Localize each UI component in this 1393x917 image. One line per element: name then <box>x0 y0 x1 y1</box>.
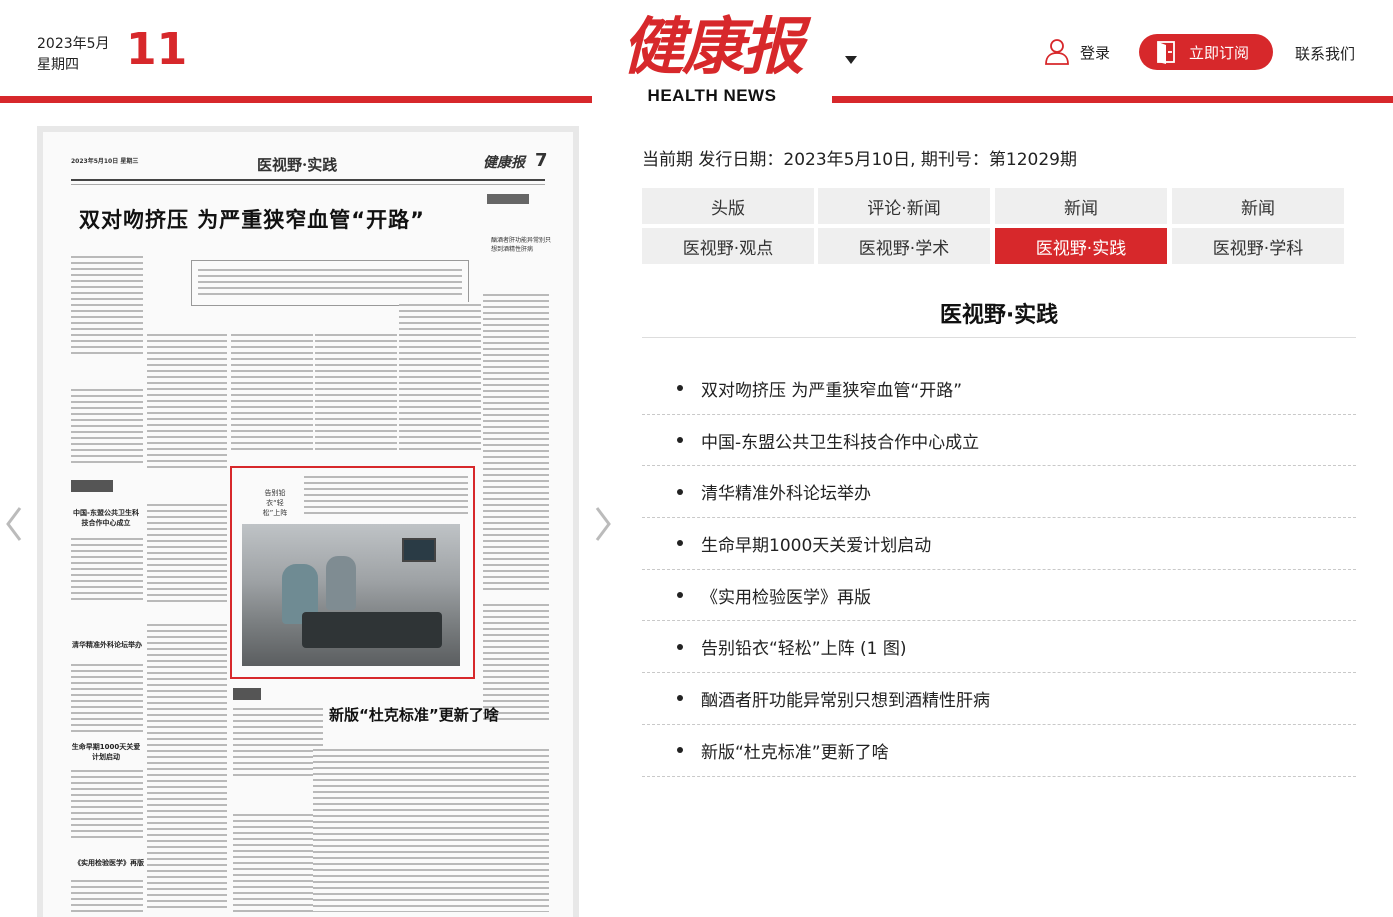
paper-text-block <box>71 387 143 467</box>
paper-left-head[interactable]: 中国-东盟公共卫生科技合作中心成立 <box>71 508 141 528</box>
tab-comment-news[interactable]: 评论·新闻 <box>818 188 990 224</box>
article-link[interactable]: 中国-东盟公共卫生科技合作中心成立 <box>701 428 979 453</box>
paper-column-tag <box>233 688 261 700</box>
paper-left-head[interactable]: 生命早期1000天关爱计划启动 <box>71 742 141 762</box>
paper-left-head[interactable]: 《实用检验医学》再版 <box>67 858 151 868</box>
bullet-icon <box>677 695 683 702</box>
photo-table <box>302 612 442 648</box>
caret-down-icon[interactable] <box>845 56 857 64</box>
bullet-icon <box>677 385 683 392</box>
site-header: 2023年5月 星期四 11 健康报 HEALTH NEWS 登录 立即订阅 联… <box>0 0 1393 112</box>
section-divider <box>642 337 1356 338</box>
list-item[interactable]: 中国-东盟公共卫生科技合作中心成立 <box>642 415 1356 467</box>
paper-intro-box <box>191 260 469 306</box>
logo-chinese: 健康报 <box>621 10 804 83</box>
paper-section-title: 医视野·实践 <box>257 156 338 174</box>
list-item[interactable]: 新版“杜克标准”更新了啥 <box>642 725 1356 777</box>
list-item[interactable]: 生命早期1000天关爱计划启动 <box>642 518 1356 570</box>
tab-view-academic[interactable]: 医视野·学术 <box>818 228 990 264</box>
paper-text-block <box>313 747 549 912</box>
newspaper-page-frame: 2023年5月10日 星期三 医视野·实践 健康报 7 双对吻挤压 为严重狭窄血… <box>37 126 579 917</box>
bullet-icon <box>677 592 683 599</box>
paper-text-block <box>71 536 143 602</box>
bullet-icon <box>677 643 683 650</box>
paper-text-block <box>71 878 143 914</box>
subscribe-label: 立即订阅 <box>1189 43 1250 62</box>
article-link[interactable]: 酗酒者肝功能异常别只想到酒精性肝病 <box>701 686 990 711</box>
paper-text-block <box>147 622 227 912</box>
tab-view-opinion[interactable]: 医视野·观点 <box>642 228 814 264</box>
paper-text-block <box>147 332 227 472</box>
user-icon <box>1045 39 1069 65</box>
article-link[interactable]: 清华精准外科论坛举办 <box>701 479 871 504</box>
issue-info: 当前期 发行日期：2023年5月10日, 期刊号：第12029期 <box>642 150 1078 170</box>
highlighted-article[interactable]: 告别铅衣“轻松”上阵 <box>230 466 475 679</box>
section-title: 医视野·实践 <box>939 303 1059 328</box>
paper-text-block <box>71 254 143 354</box>
paper-rule-thin <box>71 184 545 185</box>
bullet-icon <box>677 540 683 547</box>
paper-text-block <box>483 292 549 592</box>
paper-big-title[interactable]: 新版“杜克标准”更新了啥 <box>329 704 499 725</box>
newspaper-page[interactable]: 2023年5月10日 星期三 医视野·实践 健康报 7 双对吻挤压 为严重狭窄血… <box>43 132 573 917</box>
article-link[interactable]: 生命早期1000天关爱计划启动 <box>701 531 931 556</box>
paper-main-title[interactable]: 双对吻挤压 为严重狭窄血管“开路” <box>79 204 425 234</box>
paper-text-block <box>147 502 227 602</box>
subscribe-button[interactable]: 立即订阅 <box>1139 34 1273 70</box>
date-day: 11 <box>126 24 188 75</box>
article-link[interactable]: 告别铅衣“轻松”上阵 (1 图) <box>701 634 907 659</box>
paper-page-number: 7 <box>535 150 548 171</box>
paper-text-block <box>231 332 313 452</box>
paper-logo: 健康报 <box>483 155 525 171</box>
tab-news-1[interactable]: 新闻 <box>995 188 1167 224</box>
article-link[interactable]: 双对吻挤压 为严重狭窄血管“开路” <box>701 376 962 401</box>
paper-text-block <box>315 332 397 452</box>
paper-text-block <box>71 662 143 732</box>
site-logo[interactable]: 健康报 HEALTH NEWS <box>600 8 824 114</box>
paper-side-tag <box>487 194 529 204</box>
login-label: 登录 <box>1080 43 1111 62</box>
date-weekday: 星期四 <box>37 57 79 73</box>
highlight-title: 告别铅衣“轻松”上阵 <box>262 489 288 517</box>
tab-news-2[interactable]: 新闻 <box>1172 188 1344 224</box>
login-button[interactable]: 登录 <box>1044 38 1110 66</box>
header-rule-right <box>832 96 1393 103</box>
paper-text-block <box>304 474 468 518</box>
door-icon <box>1157 41 1175 64</box>
paper-text-block <box>198 267 462 299</box>
paper-side-head[interactable]: 酗酒者肝功能异常别只想到酒精性肝病 <box>491 236 551 254</box>
bullet-icon <box>677 747 683 754</box>
paper-rule <box>71 179 545 181</box>
list-item[interactable]: 告别铅衣“轻松”上阵 (1 图) <box>642 621 1356 674</box>
photo-doctor <box>326 556 356 610</box>
list-item[interactable]: 酗酒者肝功能异常别只想到酒精性肝病 <box>642 673 1356 725</box>
paper-column-tag <box>71 480 113 492</box>
paper-text-block <box>399 302 481 452</box>
issue-date: 2023年5月 星期四 <box>37 34 137 76</box>
list-item[interactable]: 清华精准外科论坛举办 <box>642 466 1356 519</box>
bullet-icon <box>677 437 683 444</box>
bullet-icon <box>677 488 683 495</box>
logo-english: HEALTH NEWS <box>647 86 777 105</box>
article-photo <box>242 524 460 666</box>
paper-left-head[interactable]: 清华精准外科论坛举办 <box>67 640 147 650</box>
paper-date: 2023年5月10日 星期三 <box>71 158 139 165</box>
tab-view-practice[interactable]: 医视野·实践 <box>995 228 1167 264</box>
header-rule-left <box>0 96 592 103</box>
list-item[interactable]: 双对吻挤压 为严重狭窄血管“开路” <box>642 363 1356 415</box>
chevron-right-icon[interactable] <box>593 504 613 544</box>
paper-text-block <box>233 812 323 912</box>
paper-text-block <box>71 768 143 838</box>
contact-link[interactable]: 联系我们 <box>1295 43 1355 64</box>
paper-text-block <box>233 706 323 776</box>
photo-monitor <box>402 538 436 562</box>
date-year-month: 2023年5月 <box>37 36 110 52</box>
list-item[interactable]: 《实用检验医学》再版 <box>642 570 1356 622</box>
article-link[interactable]: 新版“杜克标准”更新了啥 <box>701 738 889 763</box>
article-link[interactable]: 《实用检验医学》再版 <box>701 583 871 608</box>
chevron-left-icon[interactable] <box>4 504 24 544</box>
article-list: 双对吻挤压 为严重狭窄血管“开路” 中国-东盟公共卫生科技合作中心成立 清华精准… <box>642 363 1356 777</box>
tab-front-page[interactable]: 头版 <box>642 188 814 224</box>
tab-view-discipline[interactable]: 医视野·学科 <box>1172 228 1344 264</box>
